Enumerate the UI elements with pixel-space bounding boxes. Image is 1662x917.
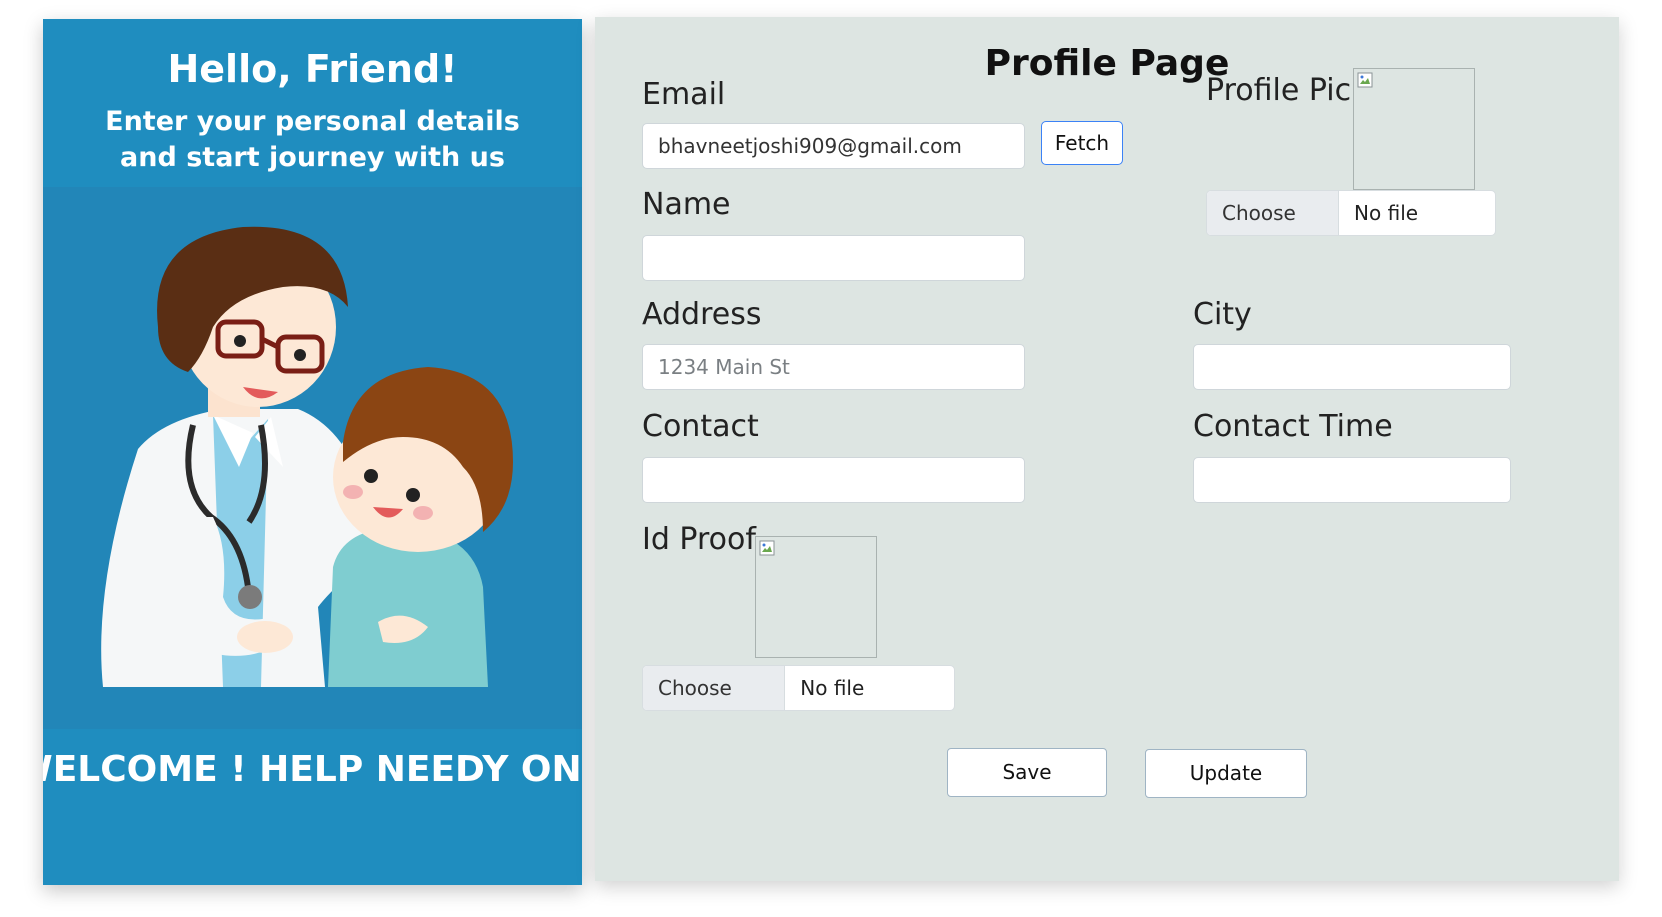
profile-pic-label: Profile Pic	[1206, 73, 1352, 108]
address-field[interactable]: 1234 Main St	[642, 344, 1025, 390]
id-proof-label: Id Proof	[642, 522, 756, 557]
broken-image-icon	[759, 540, 775, 556]
profile-form-panel: Profile Page Email bhavneetjoshi909@gmai…	[595, 17, 1619, 881]
profile-pic-status: No file chosen	[1354, 201, 1419, 225]
contact-field[interactable]	[642, 457, 1025, 503]
welcome-panel: Hello, Friend! Enter your personal detai…	[43, 19, 582, 885]
profile-pic-choose-button[interactable]: Choose File	[1207, 191, 1340, 235]
email-label: Email	[642, 77, 726, 112]
contact-time-label: Contact Time	[1193, 409, 1393, 444]
tagline: Enter your personal details and start jo…	[63, 104, 562, 176]
broken-image-icon	[1357, 72, 1373, 88]
profile-pic-image	[1353, 68, 1475, 190]
tagline-line-2: and start journey with us	[120, 142, 505, 173]
id-proof-status: No file chosen	[800, 676, 865, 700]
address-label: Address	[642, 297, 762, 332]
greeting-heading: Hello, Friend!	[167, 47, 458, 91]
city-label: City	[1193, 297, 1252, 332]
tagline-line-1: Enter your personal details	[105, 106, 520, 137]
fetch-button[interactable]: Fetch	[1041, 121, 1123, 165]
id-proof-image	[755, 536, 877, 658]
profile-pic-file-input[interactable]: Choose File No file chosen	[1206, 190, 1496, 236]
name-label: Name	[642, 187, 731, 222]
contact-time-field[interactable]	[1193, 457, 1511, 503]
welcome-header: Hello, Friend! Enter your personal detai…	[43, 19, 582, 187]
doctor-child-illustration-graphic	[101, 226, 513, 687]
update-button[interactable]: Update	[1145, 749, 1307, 798]
id-proof-choose-button[interactable]: Choose File	[643, 666, 786, 710]
id-proof-file-input[interactable]: Choose File No file chosen	[642, 665, 955, 711]
city-field[interactable]	[1193, 344, 1511, 390]
contact-label: Contact	[642, 409, 759, 444]
doctor-child-illustration	[43, 187, 582, 729]
name-field[interactable]	[642, 235, 1025, 281]
welcome-banner: WELCOME ! HELP NEEDY ONE	[43, 749, 582, 790]
email-field[interactable]: bhavneetjoshi909@gmail.com	[642, 123, 1025, 169]
save-button[interactable]: Save	[947, 748, 1107, 797]
